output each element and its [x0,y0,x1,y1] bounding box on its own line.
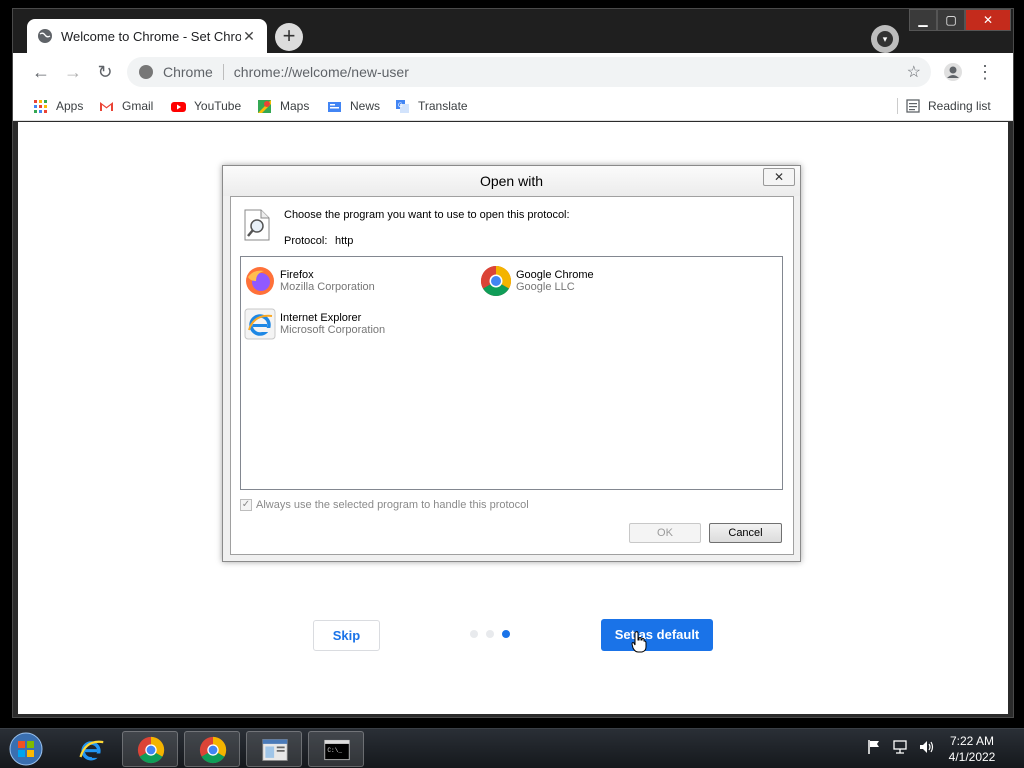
bookmark-star-icon[interactable]: ☆ [907,62,921,82]
tab-strip: Welcome to Chrome - Set Chrome as your d… [13,9,1013,53]
document-search-icon [244,209,270,241]
bookmark-translate[interactable]: G Translate [395,98,468,114]
taskbar-chrome-2[interactable] [184,731,240,767]
maximize-button[interactable]: ▢ [937,9,965,31]
terminal-icon: C:\_ [324,739,350,761]
close-window-button[interactable]: ✕ [965,9,1011,31]
dialog-title: Open with [223,166,800,196]
gmail-icon [100,101,113,111]
window-app-icon [262,739,288,761]
omnibox-url: chrome://welcome/new-user [233,64,409,80]
chrome-icon [480,266,512,297]
profile-avatar-icon[interactable] [943,62,963,82]
tab-title: Welcome to Chrome - Set Chrome as your d… [61,28,241,44]
chrome-icon [199,736,227,764]
tab-search-button[interactable]: ▾ [871,25,899,53]
reading-list-icon [906,99,920,113]
bookmark-maps[interactable]: Maps [257,98,309,114]
taskbar: C:\_ 7:22 AM 4/1/2022 [0,728,1024,768]
cancel-button[interactable]: Cancel [709,523,782,543]
taskbar-internet-explorer[interactable] [62,731,118,767]
step-dot [486,630,494,638]
program-item-internet-explorer[interactable]: Internet Explorer Microsoft Corporation [244,307,385,341]
globe-icon [38,29,52,43]
protocol-label: Protocol: [284,235,328,247]
tab-welcome[interactable]: Welcome to Chrome - Set Chrome as your d… [27,19,267,53]
program-item-firefox[interactable]: Firefox Mozilla Corporation [244,264,375,298]
internet-explorer-icon [244,308,276,340]
step-dot [470,630,478,638]
system-clock[interactable]: 7:22 AM 4/1/2022 [940,733,1004,765]
bookmark-news[interactable]: News [327,98,380,114]
program-item-google-chrome[interactable]: Google Chrome Google LLC [480,264,594,298]
clock-date: 4/1/2022 [948,750,996,764]
system-tray [866,739,934,755]
desktop: Welcome to Chrome - Set Chrome as your d… [0,0,1024,768]
minimize-button[interactable]: ▁ [909,9,937,31]
start-button[interactable] [6,731,46,767]
chevron-down-icon: ▾ [877,31,893,47]
dialog-close-button[interactable]: ✕ [763,168,795,186]
step-dot-active [502,630,510,638]
new-tab-button[interactable]: + [275,23,303,51]
omnibox-site: Chrome [163,64,224,80]
svg-text:G: G [398,103,403,109]
taskbar-chrome-1[interactable] [122,731,178,767]
reload-icon[interactable]: ↻ [95,62,115,82]
taskbar-command-prompt[interactable]: C:\_ [308,731,364,767]
dialog-body: Choose the program you want to use to op… [230,196,794,555]
clock-time: 7:22 AM [949,734,995,748]
firefox-icon [246,267,274,295]
svg-text:C:\_: C:\_ [327,747,342,754]
bookmark-youtube[interactable]: YouTube [171,98,241,114]
program-list[interactable]: Firefox Mozilla Corporation Google Chrom… [240,256,783,490]
maps-icon [258,99,271,113]
toolbar: ← → ↻ Chrome chrome://welcome/new-user ☆… [13,53,1013,91]
volume-icon[interactable] [918,739,934,755]
network-icon[interactable] [892,739,908,755]
skip-button[interactable]: Skip [313,620,380,651]
bookmarks-bar: Apps Gmail YouTube Maps News G Translate [13,91,1013,121]
hand-cursor-icon [631,631,647,653]
chrome-icon [137,736,165,764]
forward-icon[interactable]: → [63,62,83,82]
bookmark-apps[interactable]: Apps [33,98,83,114]
internet-explorer-icon [79,740,104,761]
checkbox-checked-icon: ✓ [240,499,252,511]
dialog-instruction: Choose the program you want to use to op… [284,209,570,221]
menu-kebab-icon[interactable]: ⋮ [975,62,995,82]
step-indicator [470,630,510,638]
set-as-default-button[interactable]: Set as default [601,619,713,651]
tab-close-icon[interactable]: ✕ [241,28,257,44]
apps-grid-icon [34,99,47,113]
reading-list-button[interactable]: Reading list [897,98,991,114]
open-with-dialog: Open with ✕ Choose the program you want … [222,165,801,562]
translate-icon: G [396,99,409,113]
taskbar-control-panel[interactable] [246,731,302,767]
protocol-value: http [335,235,354,247]
address-bar[interactable]: Chrome chrome://welcome/new-user ☆ [127,57,931,87]
action-center-flag-icon[interactable] [866,739,882,755]
bookmark-gmail[interactable]: Gmail [99,98,153,114]
back-icon[interactable]: ← [31,62,51,82]
site-info-icon[interactable] [139,65,153,79]
always-use-checkbox[interactable]: ✓ Always use the selected program to han… [240,499,529,511]
news-icon [328,101,341,112]
ok-button[interactable]: OK [629,523,701,543]
youtube-icon [171,101,186,112]
